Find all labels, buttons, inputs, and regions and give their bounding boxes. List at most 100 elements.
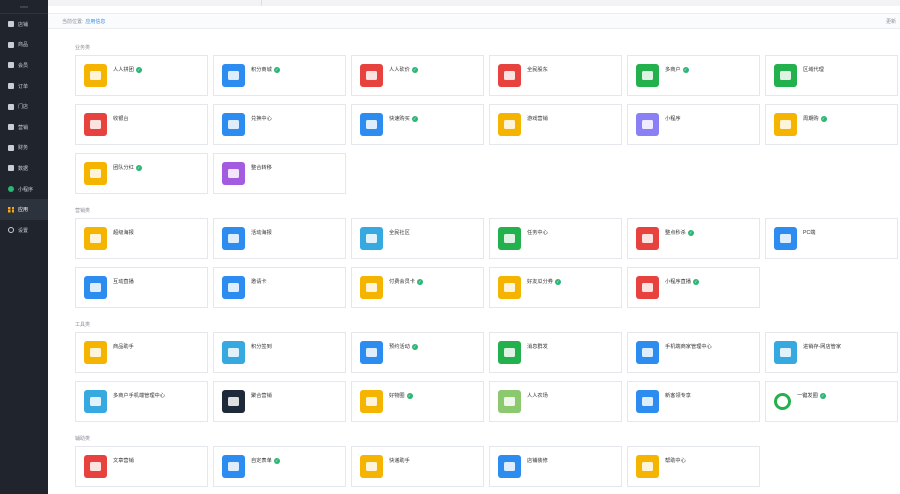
app-card[interactable]: 帮助中心 [627,446,760,487]
app-card[interactable]: 人人砍价 ✓ [351,55,484,96]
app-card[interactable]: 聚合营销 [213,381,346,422]
app-label: 小程序 [665,115,681,122]
app-name: 整合转移 [251,165,272,171]
app-card[interactable]: 区域代理 [765,55,898,96]
app-card[interactable]: 小程序 [627,104,760,145]
app-glyph-icon [228,169,239,178]
app-glyph-icon [228,120,239,129]
app-name: 聚合营销 [251,393,272,399]
app-card[interactable]: 活动海报 [213,218,346,259]
update-link[interactable]: 更新 [886,18,896,25]
app-card[interactable]: 好友瓜分券 ✓ [489,267,622,308]
sidebar-item[interactable]: 会员 [0,55,48,76]
app-card[interactable]: 自定表单 ✓ [213,446,346,487]
app-label: 多商户手机端管理中心 [113,392,165,399]
app-card[interactable]: PC端 [765,218,898,259]
app-name: 活动海报 [251,230,272,236]
app-card[interactable]: 整合转移 [213,153,346,194]
app-card[interactable]: 整点秒杀 ✓ [627,218,760,259]
app-glyph-icon [504,71,515,80]
app-glyph-icon [780,234,791,243]
app-card[interactable]: 人人拼团 ✓ [75,55,208,96]
app-card[interactable]: 任务中心 [489,218,622,259]
app-card[interactable]: 小程序直播 ✓ [627,267,760,308]
app-card[interactable]: 消息群发 [489,332,622,373]
sidebar-item[interactable]: 商品 [0,35,48,56]
section-title: 工具类 [75,322,91,328]
app-card[interactable]: 付费会员卡 ✓ [351,267,484,308]
app-card[interactable]: 多商户手机端管理中心 [75,381,208,422]
app-card[interactable]: 人人农场 [489,381,622,422]
app-card[interactable]: 游戏营销 [489,104,622,145]
sidebar-item[interactable]: 门店 [0,96,48,117]
sidebar-logo[interactable] [0,0,48,14]
app-glyph-icon [642,120,653,129]
app-name: 手机端商家管理中心 [665,344,712,350]
app-glyph-icon [642,397,653,406]
app-card[interactable]: 快速购买 ✓ [351,104,484,145]
app-name: 商品助手 [113,344,134,350]
app-icon [84,162,107,185]
installed-check-icon: ✓ [135,164,142,171]
app-icon [360,276,383,299]
sidebar-item[interactable]: 财务 [0,138,48,159]
sidebar-item[interactable]: 订单 [0,76,48,97]
app-glyph-icon [90,348,101,357]
sidebar-item-label: 财务 [18,145,29,152]
app-label: 一键发圈 ✓ [797,392,826,399]
app-card[interactable]: 全民股东 [489,55,622,96]
app-glyph-icon [366,462,377,471]
app-label: 区域代理 [803,66,824,73]
sidebar-item[interactable]: 小程序 [0,179,48,200]
app-glyph-icon [90,71,101,80]
section-title: 业务类 [75,45,91,51]
app-card[interactable]: 好物圈 ✓ [351,381,484,422]
sidebar-item[interactable]: 店铺 [0,14,48,35]
app-name: 消息群发 [527,344,548,350]
app-name: 多商户 [665,67,681,73]
sidebar-item-label: 商品 [18,42,29,49]
app-card[interactable]: 文章营销 [75,446,208,487]
app-icon [774,113,797,136]
sidebar-item[interactable]: 数据 [0,158,48,179]
app-card[interactable]: 手机端商家管理中心 [627,332,760,373]
app-card[interactable]: 全民社区 [351,218,484,259]
app-card[interactable]: 互动直播 [75,267,208,308]
app-icon [360,227,383,250]
app-card[interactable]: 邀请卡 [213,267,346,308]
app-card[interactable]: 积分商城 ✓ [213,55,346,96]
app-card[interactable]: 兑换中心 [213,104,346,145]
app-name: 周期购 [803,116,819,122]
app-icon [498,64,521,87]
app-card[interactable]: 预约活动 ✓ [351,332,484,373]
app-card[interactable]: 超级海报 [75,218,208,259]
app-icon [84,390,107,413]
app-card[interactable]: 积分签到 [213,332,346,373]
app-name: 兑换中心 [251,116,272,122]
sidebar-item[interactable]: 设置 [0,220,48,241]
app-name: 店铺装修 [527,458,548,464]
app-glyph-icon [90,169,101,178]
breadcrumb-current[interactable]: 应用信息 [85,18,105,25]
app-glyph-icon [228,283,239,292]
app-name: 互动直播 [113,279,134,285]
app-card[interactable]: 快递助手 [351,446,484,487]
app-card[interactable]: 进销存-网店管家 [765,332,898,373]
app-label: 好友瓜分券 ✓ [527,278,561,285]
app-card[interactable]: 一键发圈 ✓ [765,381,898,422]
app-card[interactable]: 周期购 ✓ [765,104,898,145]
app-card[interactable]: 新客领专享 [627,381,760,422]
app-label: 收银台 [113,115,129,122]
app-label: 聚合营销 [251,392,272,399]
app-card[interactable]: 团队分红 ✓ [75,153,208,194]
app-card[interactable]: 店铺装修 [489,446,622,487]
app-label: 自定表单 ✓ [251,457,280,464]
installed-check-icon: ✓ [687,229,694,236]
app-card[interactable]: 收银台 [75,104,208,145]
app-icon [222,227,245,250]
app-glyph-icon [366,71,377,80]
sidebar-item[interactable]: 营销 [0,117,48,138]
sidebar-item[interactable]: 应用 [0,199,48,220]
app-card[interactable]: 商品助手 [75,332,208,373]
app-card[interactable]: 多商户 ✓ [627,55,760,96]
